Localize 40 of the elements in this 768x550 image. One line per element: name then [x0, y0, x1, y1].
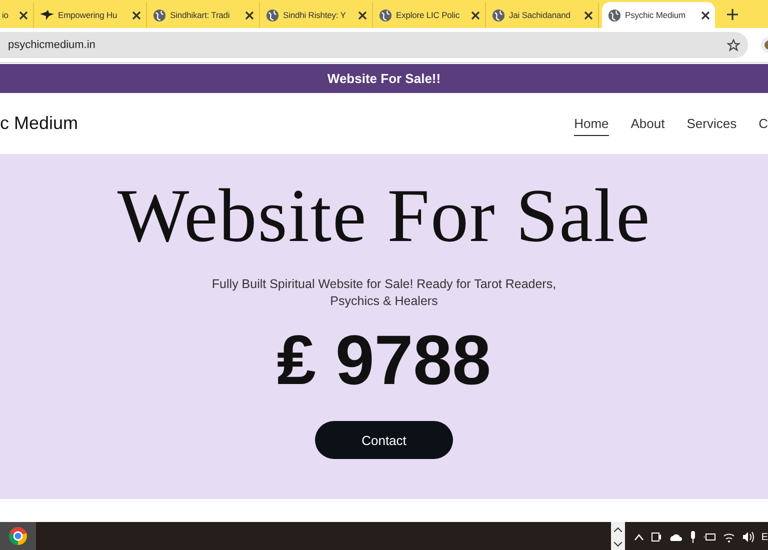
- globe-icon: [608, 8, 621, 22]
- scrollbar[interactable]: [611, 522, 626, 550]
- close-icon[interactable]: [701, 10, 710, 20]
- globe-icon: [153, 8, 166, 22]
- wifi-icon[interactable]: [723, 531, 736, 543]
- close-icon[interactable]: [245, 10, 254, 20]
- globe-icon: [492, 8, 505, 22]
- avatar-icon[interactable]: [760, 36, 768, 54]
- hero-title: Website For Sale: [117, 176, 651, 256]
- battery-icon[interactable]: [704, 531, 716, 543]
- scroll-down-icon[interactable]: [614, 542, 622, 547]
- close-icon[interactable]: [584, 10, 593, 20]
- nav-link[interactable]: Services: [686, 112, 737, 136]
- globe-icon: [379, 8, 392, 22]
- scroll-up-icon[interactable]: [614, 527, 622, 532]
- bird-icon: [40, 10, 54, 20]
- site-logo[interactable]: c Medium: [0, 113, 78, 134]
- taskbar-app[interactable]: [0, 522, 36, 550]
- new-tab-icon[interactable]: [727, 8, 738, 20]
- nav-link[interactable]: Home: [574, 112, 609, 136]
- close-icon[interactable]: [19, 10, 28, 20]
- language-indicator[interactable]: E: [761, 532, 768, 542]
- speaker-icon[interactable]: [742, 531, 754, 543]
- nav-link[interactable]: C: [758, 112, 768, 136]
- price: ₤ 9788: [276, 324, 492, 396]
- browser-tab[interactable]: Psychic Medium: [602, 2, 715, 28]
- url-text: psychicmedium.in: [8, 39, 96, 51]
- close-icon[interactable]: [358, 10, 367, 20]
- globe-icon: [266, 8, 279, 22]
- close-icon[interactable]: [471, 10, 480, 20]
- star-icon[interactable]: [727, 38, 740, 52]
- hero-subtitle: Fully Built Spiritual Website for Sale! Ready for Tarot Readers, Psychics & Healers: [210, 276, 558, 310]
- address-bar[interactable]: psychicmedium.in: [0, 32, 748, 58]
- close-icon[interactable]: [132, 10, 141, 20]
- nav-link[interactable]: About: [630, 112, 665, 136]
- browser-icon: [8, 526, 28, 546]
- sale-banner: Website For Sale!!: [0, 64, 768, 93]
- camera-icon[interactable]: [651, 531, 662, 543]
- microphone-icon[interactable]: [689, 531, 698, 543]
- contact-button[interactable]: Contact: [315, 421, 453, 459]
